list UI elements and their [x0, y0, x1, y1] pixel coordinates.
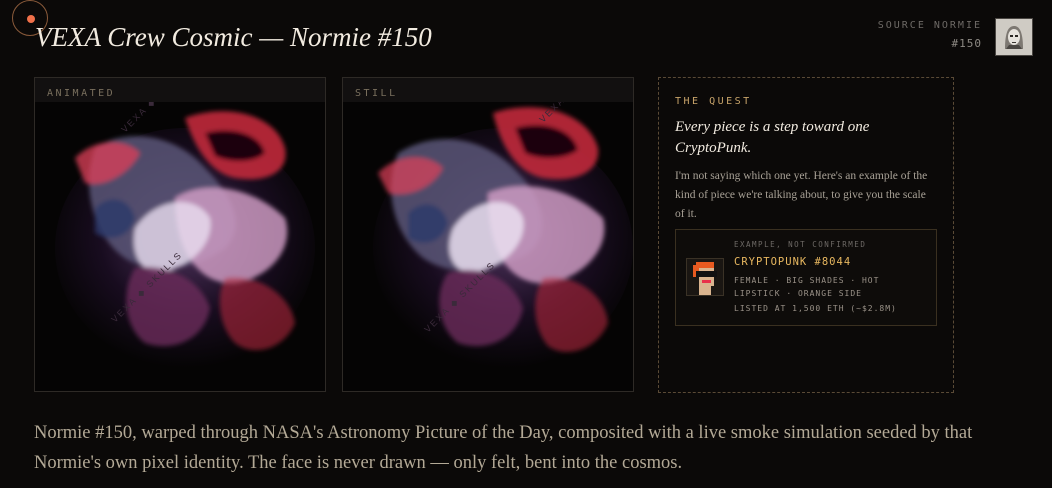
animated-artwork: VEXA ◆ SKULLS VEXA ◆ SKULLS	[35, 78, 325, 391]
page-title: VEXA Crew Cosmic — Normie #150	[35, 22, 432, 52]
quest-headline: Every piece is a step toward one CryptoP…	[675, 119, 870, 156]
still-panel[interactable]: STILL VEXA ◆ SKULLS	[342, 77, 634, 392]
still-artwork: VEXA ◆ SKULLS VEXA ◆ SKULLS	[343, 78, 633, 391]
quest-body: I'm not saying which one yet. Here's an …	[675, 170, 928, 220]
page: VEXA Crew Cosmic — Normie #150 SOURCE NO…	[0, 0, 1052, 488]
animated-label: ANIMATED	[35, 78, 325, 102]
quest-label: THE QUEST	[675, 96, 752, 107]
punk-name: CRYPTOPUNK #8044	[734, 256, 852, 268]
example-label: EXAMPLE, NOT CONFIRMED	[734, 240, 867, 249]
cryptopunk-pixel-art	[687, 259, 723, 295]
artwork-description: Normie #150, warped through NASA's Astro…	[34, 423, 973, 473]
source-number: #150	[951, 37, 982, 50]
cryptopunk-card[interactable]: EXAMPLE, NOT CONFIRMED CRYPTOPUNK #8044 …	[675, 229, 937, 326]
normie-portrait-art	[996, 19, 1032, 55]
source-normie-info: SOURCE NORMIE #150	[878, 20, 982, 50]
punk-listing: LISTED AT 1,500 ETH (~$2.8M)	[734, 304, 897, 313]
punk-traits: FEMALE · BIG SHADES · HOT LIPSTICK · ORA…	[734, 276, 880, 298]
cryptopunk-icon	[686, 258, 724, 296]
source-label: SOURCE NORMIE	[877, 20, 982, 31]
normie-portrait-icon[interactable]	[995, 18, 1033, 56]
animated-panel[interactable]: ANIMATED VEXA ◆ SKULLS	[34, 77, 326, 392]
quest-box: THE QUEST Every piece is a step toward o…	[658, 77, 954, 393]
still-label: STILL	[343, 78, 633, 102]
